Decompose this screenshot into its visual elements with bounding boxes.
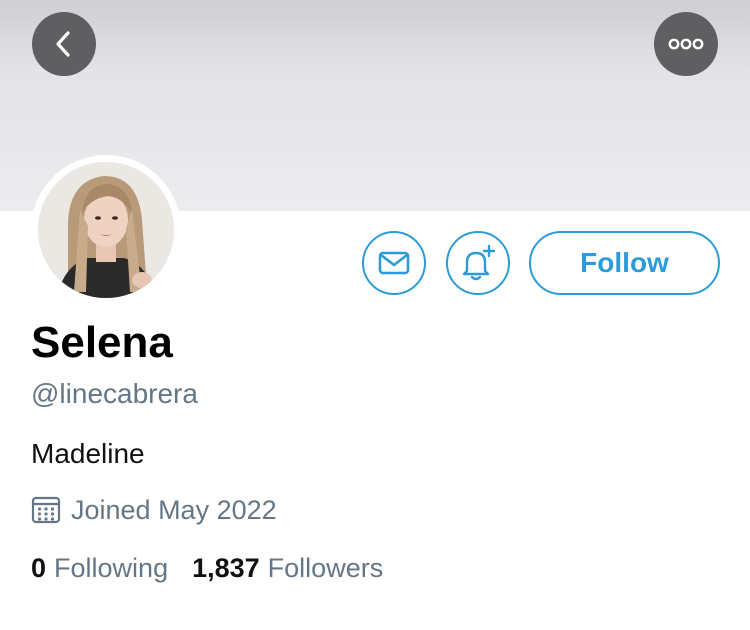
follow-button[interactable]: Follow <box>529 231 720 295</box>
following-label: Following <box>54 553 169 583</box>
following-link[interactable]: 0 Following <box>31 553 168 584</box>
followers-label: Followers <box>267 553 384 583</box>
followers-count: 1,837 <box>192 553 260 583</box>
followers-link[interactable]: 1,837 Followers <box>192 553 383 584</box>
profile-handle: @linecabrera <box>31 378 198 409</box>
profile-name: Selena <box>31 318 173 367</box>
envelope-icon <box>378 251 410 275</box>
back-button[interactable] <box>32 12 96 76</box>
following-count: 0 <box>31 553 47 583</box>
joined-date: Joined May 2022 <box>31 492 277 528</box>
avatar-frame[interactable] <box>31 155 181 305</box>
ellipsis-icon <box>668 38 704 50</box>
follow-stats: 0 Following 1,837 Followers <box>31 553 383 584</box>
profile-screen: Follow Selena @linecabrera Madeline Join… <box>0 0 750 630</box>
more-options-button[interactable] <box>654 12 718 76</box>
notifications-button[interactable] <box>446 231 510 295</box>
avatar[interactable] <box>38 162 174 298</box>
profile-bio: Madeline <box>31 438 145 469</box>
message-button[interactable] <box>362 231 426 295</box>
bell-plus-icon <box>462 244 496 281</box>
avatar-photo <box>38 162 174 298</box>
chevron-left-icon <box>56 31 70 57</box>
joined-label: Joined May 2022 <box>71 494 277 525</box>
calendar-icon <box>31 496 61 524</box>
